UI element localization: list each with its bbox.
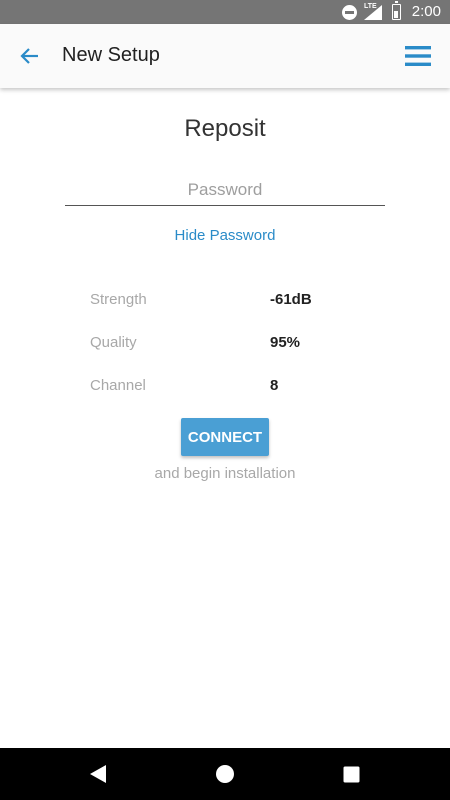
password-input[interactable] [65, 174, 385, 206]
stat-value: 8 [270, 377, 279, 394]
stat-row-strength: Strength -61dB [90, 291, 370, 311]
battery-icon [392, 1, 401, 20]
app-bar: New Setup [0, 24, 450, 88]
recents-square-icon [343, 766, 359, 782]
stat-value: 95% [270, 334, 301, 351]
clock: 2:00 [411, 3, 441, 20]
arrow-back-icon [20, 48, 38, 64]
stat-row-channel: Channel 8 [90, 377, 370, 397]
back-triangle-icon [90, 765, 106, 783]
menu-button[interactable] [398, 36, 438, 76]
stat-value: -61dB [270, 291, 312, 308]
hide-password-link[interactable]: Hide Password [0, 227, 450, 244]
network-type-label: LTE [364, 3, 377, 10]
nav-back-button[interactable] [84, 760, 112, 788]
home-circle-icon [216, 765, 234, 783]
setup-content: Reposit Hide Password Strength -61dB Qua… [0, 88, 450, 748]
connect-button[interactable]: CONNECT [181, 418, 269, 456]
page-title: New Setup [62, 44, 160, 66]
nav-recents-button[interactable] [337, 760, 365, 788]
stat-label: Strength [90, 291, 147, 308]
hamburger-menu-icon [405, 46, 431, 66]
nav-home-button[interactable] [211, 760, 239, 788]
back-button[interactable] [10, 36, 50, 76]
stat-label: Channel [90, 377, 146, 394]
network-name: Reposit [184, 115, 266, 142]
stat-row-quality: Quality 95% [90, 334, 370, 354]
do-not-disturb-icon [342, 5, 357, 20]
system-nav-bar [0, 748, 450, 800]
status-bar: LTE 2:00 [0, 0, 450, 24]
connect-caption: and begin installation [154, 465, 296, 482]
stat-label: Quality [90, 334, 137, 351]
